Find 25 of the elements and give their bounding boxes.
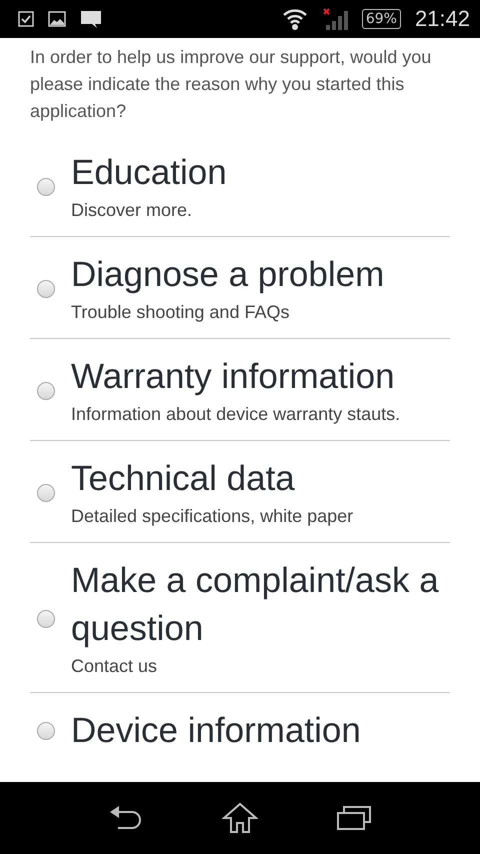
option-subtitle: Trouble shooting and FAQs	[71, 301, 290, 324]
option-subtitle: Detailed specifications, white paper	[71, 505, 354, 528]
radio-button[interactable]	[37, 610, 55, 628]
option-title: Diagnose a problem	[71, 254, 386, 296]
option-subtitle: Information about device warranty stauts.	[71, 403, 402, 426]
option-subtitle: Discover more.	[71, 199, 194, 222]
radio-button[interactable]	[37, 484, 55, 502]
signal-icon	[322, 7, 348, 31]
image-icon	[48, 11, 66, 27]
option-title: Make a complaint/ask a question	[71, 560, 440, 650]
option-title: Technical data	[71, 458, 296, 500]
option-subtitle: Contact us	[71, 655, 158, 678]
battery-level: 69%	[362, 9, 401, 29]
radio-button[interactable]	[37, 178, 55, 196]
radio-button[interactable]	[37, 722, 55, 740]
clock: 21:42	[414, 6, 470, 32]
option-title: Warranty information	[71, 356, 396, 398]
option-title: Device information	[71, 710, 362, 752]
wifi-icon	[282, 7, 308, 31]
intro-text: In order to help us improve our support, would you please indicate the reason why you started this application?	[30, 46, 432, 123]
radio-button[interactable]	[37, 280, 55, 298]
option-title: Education	[71, 152, 228, 194]
message-icon	[80, 10, 102, 28]
checkbox-icon	[18, 11, 34, 27]
radio-button[interactable]	[37, 382, 55, 400]
